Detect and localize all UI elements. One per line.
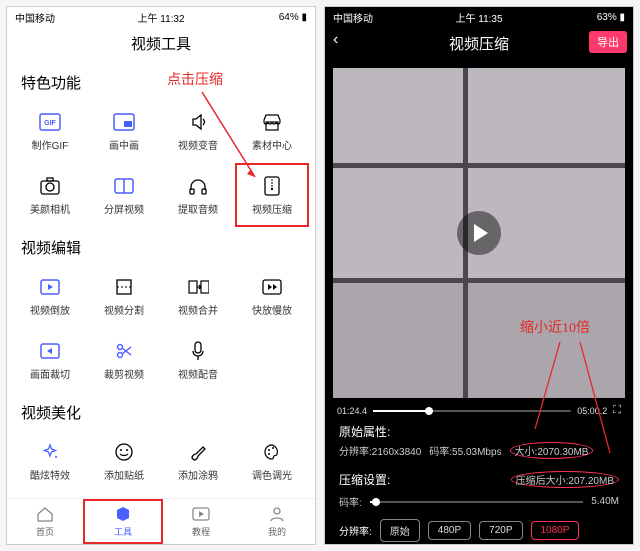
pip-icon <box>113 111 135 133</box>
orig-bitrate: 码率:55.03Mbps <box>429 443 501 458</box>
tile-reverse[interactable]: 视频倒放 <box>13 264 87 328</box>
right-screen: 中国移动 上午 11:35 63% ▮ 视频压缩 ‹ 导出 01:24.4 05… <box>324 6 634 545</box>
tile-extract-audio[interactable]: 提取音频 <box>161 163 235 227</box>
time-total: 05:00.2 <box>577 406 607 416</box>
status-bar: 中国移动 上午 11:35 63% ▮ <box>325 7 633 27</box>
section-special-title: 特色功能 <box>7 62 315 99</box>
cube-icon <box>115 505 131 523</box>
headphone-icon <box>187 175 209 197</box>
play-button[interactable] <box>457 211 501 255</box>
resolution-row: 分辨率: 原始 480P 720P 1080P <box>325 515 633 545</box>
bottom-nav: 首页 工具 教程 我的 <box>7 498 315 544</box>
compress-settings: 压缩设置: 压缩后大小:207.20MB 码率: 5.40M <box>325 465 633 515</box>
nav-home[interactable]: 首页 <box>7 499 83 544</box>
tile-speed[interactable]: 快放慢放 <box>235 264 309 328</box>
speed-icon <box>261 276 283 298</box>
tile-assets[interactable]: 素材中心 <box>235 99 309 163</box>
user-icon <box>269 505 285 523</box>
battery: 64% ▮ <box>279 12 307 23</box>
sound-icon <box>187 111 209 133</box>
sparkle-icon <box>39 441 61 463</box>
smile-icon <box>113 441 135 463</box>
res-label: 分辨率: <box>339 523 372 538</box>
tile-pip[interactable]: 画中画 <box>87 99 161 163</box>
carrier: 中国移动 <box>15 10 55 25</box>
beautify-grid: 酷炫特效 添加贴纸 添加涂鸦 调色调光 <box>7 429 315 493</box>
tile-dub[interactable]: 视频配音 <box>161 328 235 392</box>
clock: 上午 11:35 <box>455 10 502 25</box>
seek-track[interactable] <box>373 410 571 412</box>
video-preview[interactable] <box>333 68 625 398</box>
timeline[interactable]: 01:24.4 05:00.2 ⛶ <box>325 402 633 419</box>
tile-sound-fx[interactable]: 视频变音 <box>161 99 235 163</box>
tile-crop[interactable]: 画面裁切 <box>13 328 87 392</box>
mic-icon <box>187 340 209 362</box>
crop-icon <box>39 340 61 362</box>
orig-header: 原始属性: <box>339 423 619 440</box>
res-1080p[interactable]: 1080P <box>531 521 580 540</box>
special-grid: GIF制作GIF 画中画 视频变音 素材中心 美颜相机 分屏视频 提取音频 视频… <box>7 99 315 227</box>
carrier: 中国移动 <box>333 10 373 25</box>
merge-icon <box>187 276 209 298</box>
res-original[interactable]: 原始 <box>380 519 420 542</box>
nav-me[interactable]: 我的 <box>239 499 315 544</box>
clock: 上午 11:32 <box>137 10 184 25</box>
brush-icon <box>187 441 209 463</box>
tile-sticker[interactable]: 添加贴纸 <box>87 429 161 493</box>
original-props: 原始属性: 分辨率:2160x3840 码率:55.03Mbps 大小:2070… <box>325 419 633 465</box>
bitrate-value: 5.40M <box>591 496 619 507</box>
bitrate-label: 码率: <box>339 494 362 509</box>
tile-merge[interactable]: 视频合并 <box>161 264 235 328</box>
back-button[interactable]: ‹ <box>333 31 338 49</box>
status-bar: 中国移动 上午 11:32 64% ▮ <box>7 7 315 27</box>
time-current: 01:24.4 <box>337 406 367 416</box>
play-list-icon <box>192 505 210 523</box>
res-480p[interactable]: 480P <box>428 521 471 540</box>
comp-header: 压缩设置: <box>339 471 390 488</box>
edit-grid: 视频倒放 视频分割 视频合并 快放慢放 画面裁切 裁剪视频 视频配音 <box>7 264 315 392</box>
tile-color[interactable]: 调色调光 <box>235 429 309 493</box>
left-screen: 中国移动 上午 11:32 64% ▮ 视频工具 特色功能 GIF制作GIF 画… <box>6 6 316 545</box>
tile-video-compress[interactable]: 视频压缩 <box>235 163 309 227</box>
palette-icon <box>261 441 283 463</box>
section-edit-title: 视频编辑 <box>7 227 315 264</box>
scissors-icon <box>113 340 135 362</box>
zip-icon <box>261 175 283 197</box>
svg-text:GIF: GIF <box>44 120 56 127</box>
page-title: 视频压缩 <box>325 27 633 62</box>
battery: 63% ▮ <box>597 12 625 23</box>
annotation-click-compress: 点击压缩 <box>167 69 223 89</box>
orig-res: 分辨率:2160x3840 <box>339 443 421 458</box>
page-title: 视频工具 <box>7 27 315 62</box>
tile-make-gif[interactable]: GIF制作GIF <box>13 99 87 163</box>
tile-beauty-cam[interactable]: 美颜相机 <box>13 163 87 227</box>
reverse-icon <box>39 276 61 298</box>
tile-split-screen[interactable]: 分屏视频 <box>87 163 161 227</box>
fullscreen-icon[interactable]: ⛶ <box>613 404 621 417</box>
annotation-shrink: 缩小近10倍 <box>520 317 590 337</box>
nav-tools[interactable]: 工具 <box>83 499 163 544</box>
store-icon <box>261 111 283 133</box>
home-icon <box>36 505 54 523</box>
tile-fx[interactable]: 酷炫特效 <box>13 429 87 493</box>
camera-icon <box>39 175 61 197</box>
gif-icon: GIF <box>39 111 61 133</box>
section-beautify-title: 视频美化 <box>7 392 315 429</box>
nav-tutorial[interactable]: 教程 <box>163 499 239 544</box>
tile-doodle[interactable]: 添加涂鸦 <box>161 429 235 493</box>
orig-size: 大小:2070.30MB <box>510 442 594 459</box>
tile-split[interactable]: 视频分割 <box>87 264 161 328</box>
export-button[interactable]: 导出 <box>589 31 627 53</box>
bitrate-slider[interactable] <box>370 501 583 503</box>
cut-icon <box>113 276 135 298</box>
tile-trim[interactable]: 裁剪视频 <box>87 328 161 392</box>
res-720p[interactable]: 720P <box>479 521 522 540</box>
comp-size: 压缩后大小:207.20MB <box>511 471 619 488</box>
split-icon <box>113 175 135 197</box>
